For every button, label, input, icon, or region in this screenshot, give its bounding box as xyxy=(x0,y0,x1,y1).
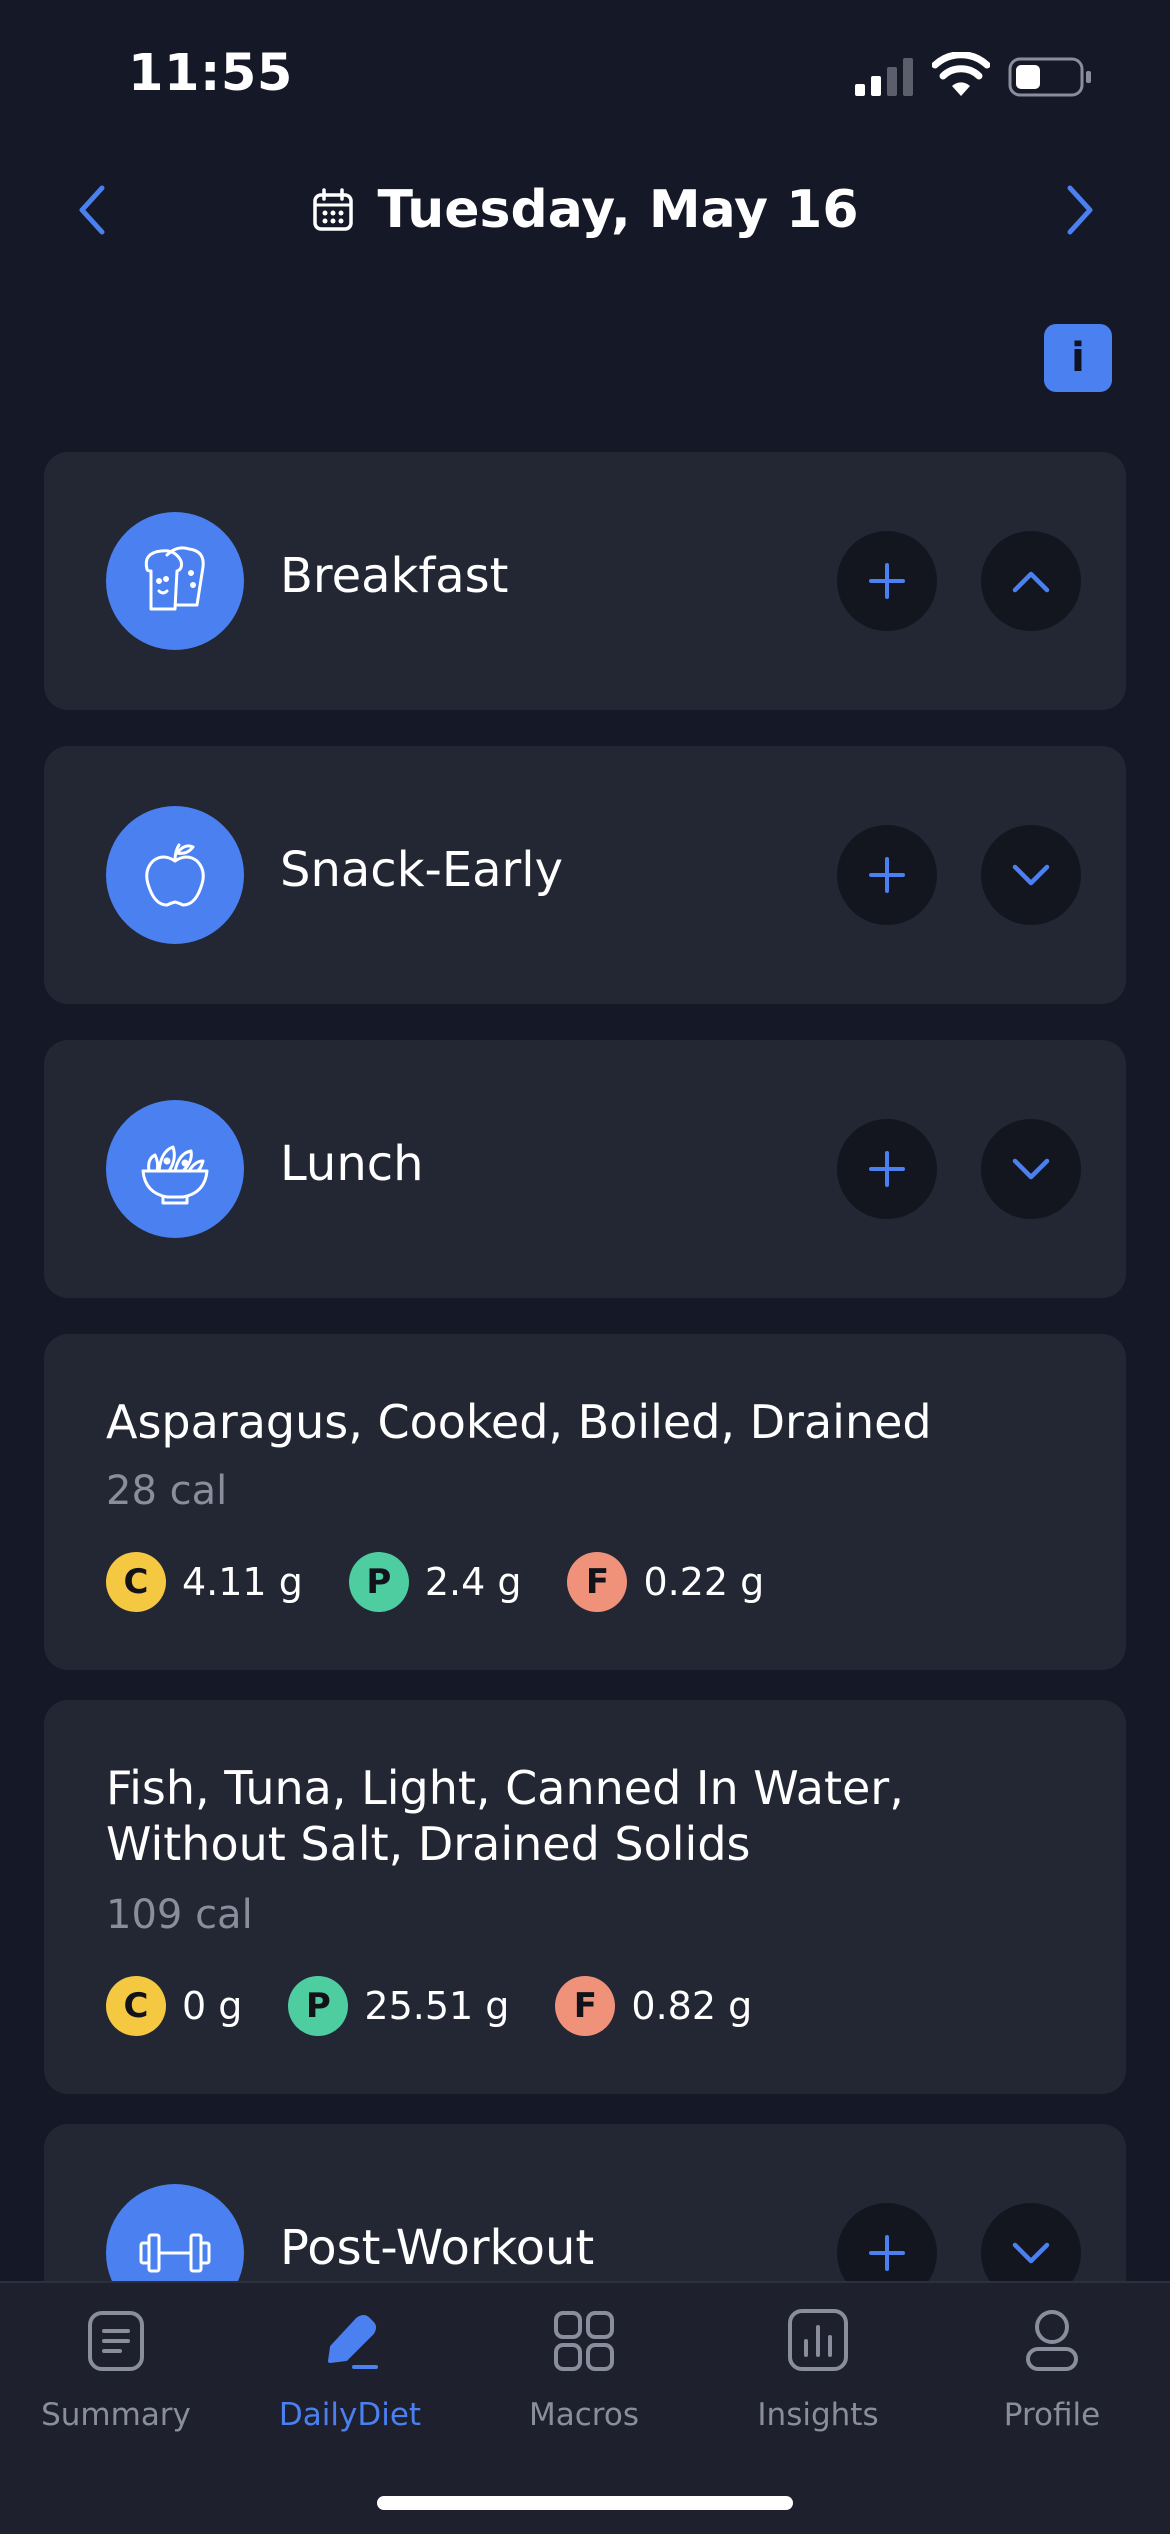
meal-name-post-workout: Post-Workout xyxy=(280,2220,595,2276)
status-bar: 11:55 xyxy=(0,0,1170,150)
add-food-button-breakfast[interactable] xyxy=(837,531,937,631)
date-title[interactable]: Tuesday, May 16 xyxy=(377,180,858,240)
protein-macro: P 2.4 g xyxy=(348,1552,522,1612)
chevron-up-icon xyxy=(1012,571,1050,593)
macro-row: C 4.11 g P 2.4 g F 0.22 g xyxy=(106,1552,810,1612)
fat-badge: F xyxy=(555,1976,616,2036)
food-name: Asparagus, Cooked, Boiled, Drained xyxy=(106,1395,932,1449)
tab-label: Profile xyxy=(1003,2397,1101,2433)
carbs-badge: C xyxy=(106,1976,166,2036)
battery-icon xyxy=(1008,57,1091,97)
tab-label: Summary xyxy=(41,2397,191,2433)
meal-name-breakfast: Breakfast xyxy=(280,548,509,604)
meal-card-lunch[interactable]: Lunch xyxy=(44,1040,1126,1298)
bar-chart-icon xyxy=(788,2309,848,2371)
tab-insights[interactable]: Insights xyxy=(718,2305,918,2433)
salad-bowl-icon xyxy=(106,1100,244,1238)
plus-icon xyxy=(869,1151,905,1187)
date-header: Tuesday, May 16 xyxy=(0,160,1170,260)
bottom-tab-bar: Summary DailyDiet Macros Insights Profil… xyxy=(0,2281,1170,2534)
collapse-button-breakfast[interactable] xyxy=(981,531,1081,631)
fat-value: 0.22 g xyxy=(643,1560,765,1604)
protein-badge: P xyxy=(348,1552,409,1612)
expand-button-lunch[interactable] xyxy=(981,1119,1081,1219)
food-item-card[interactable]: Fish, Tuna, Light, Canned In Water, With… xyxy=(44,1700,1126,2094)
chevron-down-icon xyxy=(1012,1158,1050,1180)
add-food-button-snack-early[interactable] xyxy=(837,825,937,925)
chevron-down-icon xyxy=(1012,864,1050,886)
plus-icon xyxy=(869,2235,905,2271)
chevron-down-icon xyxy=(1012,2242,1050,2264)
food-calories: 109 cal xyxy=(106,1892,253,1938)
protein-value: 25.51 g xyxy=(364,1984,510,2028)
plus-icon xyxy=(869,563,905,599)
protein-macro: P 25.51 g xyxy=(288,1976,509,2036)
carbs-macro: C 4.11 g xyxy=(106,1552,303,1612)
expand-button-snack-early[interactable] xyxy=(981,825,1081,925)
food-item-card[interactable]: Asparagus, Cooked, Boiled, Drained 28 ca… xyxy=(44,1334,1126,1670)
carbs-value: 0 g xyxy=(182,1984,243,2028)
fat-value: 0.82 g xyxy=(631,1984,753,2028)
document-icon xyxy=(88,2311,144,2371)
protein-value: 2.4 g xyxy=(424,1560,522,1604)
home-indicator[interactable] xyxy=(377,2496,793,2510)
meal-card-breakfast[interactable]: Breakfast xyxy=(44,452,1126,710)
status-time: 11:55 xyxy=(128,44,293,103)
carbs-value: 4.11 g xyxy=(182,1560,303,1604)
tab-dailydiet[interactable]: DailyDiet xyxy=(250,2305,450,2433)
fat-macro: F 0.22 g xyxy=(567,1552,764,1612)
wifi-icon xyxy=(932,52,990,96)
fat-macro: F 0.82 g xyxy=(555,1976,752,2036)
food-name: Fish, Tuna, Light, Canned In Water, With… xyxy=(106,1761,904,1871)
fat-badge: F xyxy=(567,1552,628,1612)
date-title-group: Tuesday, May 16 xyxy=(0,178,1170,242)
carbs-macro: C 0 g xyxy=(106,1976,242,2036)
toast-icon xyxy=(106,512,244,650)
tab-macros[interactable]: Macros xyxy=(484,2305,684,2433)
tab-label: DailyDiet xyxy=(278,2397,422,2433)
info-button[interactable]: i xyxy=(1044,324,1112,392)
meal-name-snack-early: Snack-Early xyxy=(280,842,564,898)
plus-icon xyxy=(869,857,905,893)
add-food-button-lunch[interactable] xyxy=(837,1119,937,1219)
food-calories: 28 cal xyxy=(106,1468,228,1514)
cellular-signal-icon xyxy=(855,58,913,96)
meal-card-snack-early[interactable]: Snack-Early xyxy=(44,746,1126,1004)
carbs-badge: C xyxy=(106,1552,166,1612)
meal-name-lunch: Lunch xyxy=(280,1136,424,1192)
grid-icon xyxy=(554,2311,614,2371)
tab-profile[interactable]: Profile xyxy=(952,2305,1152,2433)
apple-icon xyxy=(106,806,244,944)
tab-label: Insights xyxy=(757,2397,879,2433)
person-icon xyxy=(1026,2310,1078,2371)
calendar-icon xyxy=(313,188,354,231)
tab-summary[interactable]: Summary xyxy=(16,2305,216,2433)
macro-row: C 0 g P 25.51 g F 0.82 g xyxy=(106,1976,798,2036)
pencil-icon xyxy=(328,2315,378,2369)
next-day-arrow-icon[interactable] xyxy=(1054,182,1104,238)
protein-badge: P xyxy=(288,1976,349,2036)
tab-label: Macros xyxy=(529,2397,639,2433)
